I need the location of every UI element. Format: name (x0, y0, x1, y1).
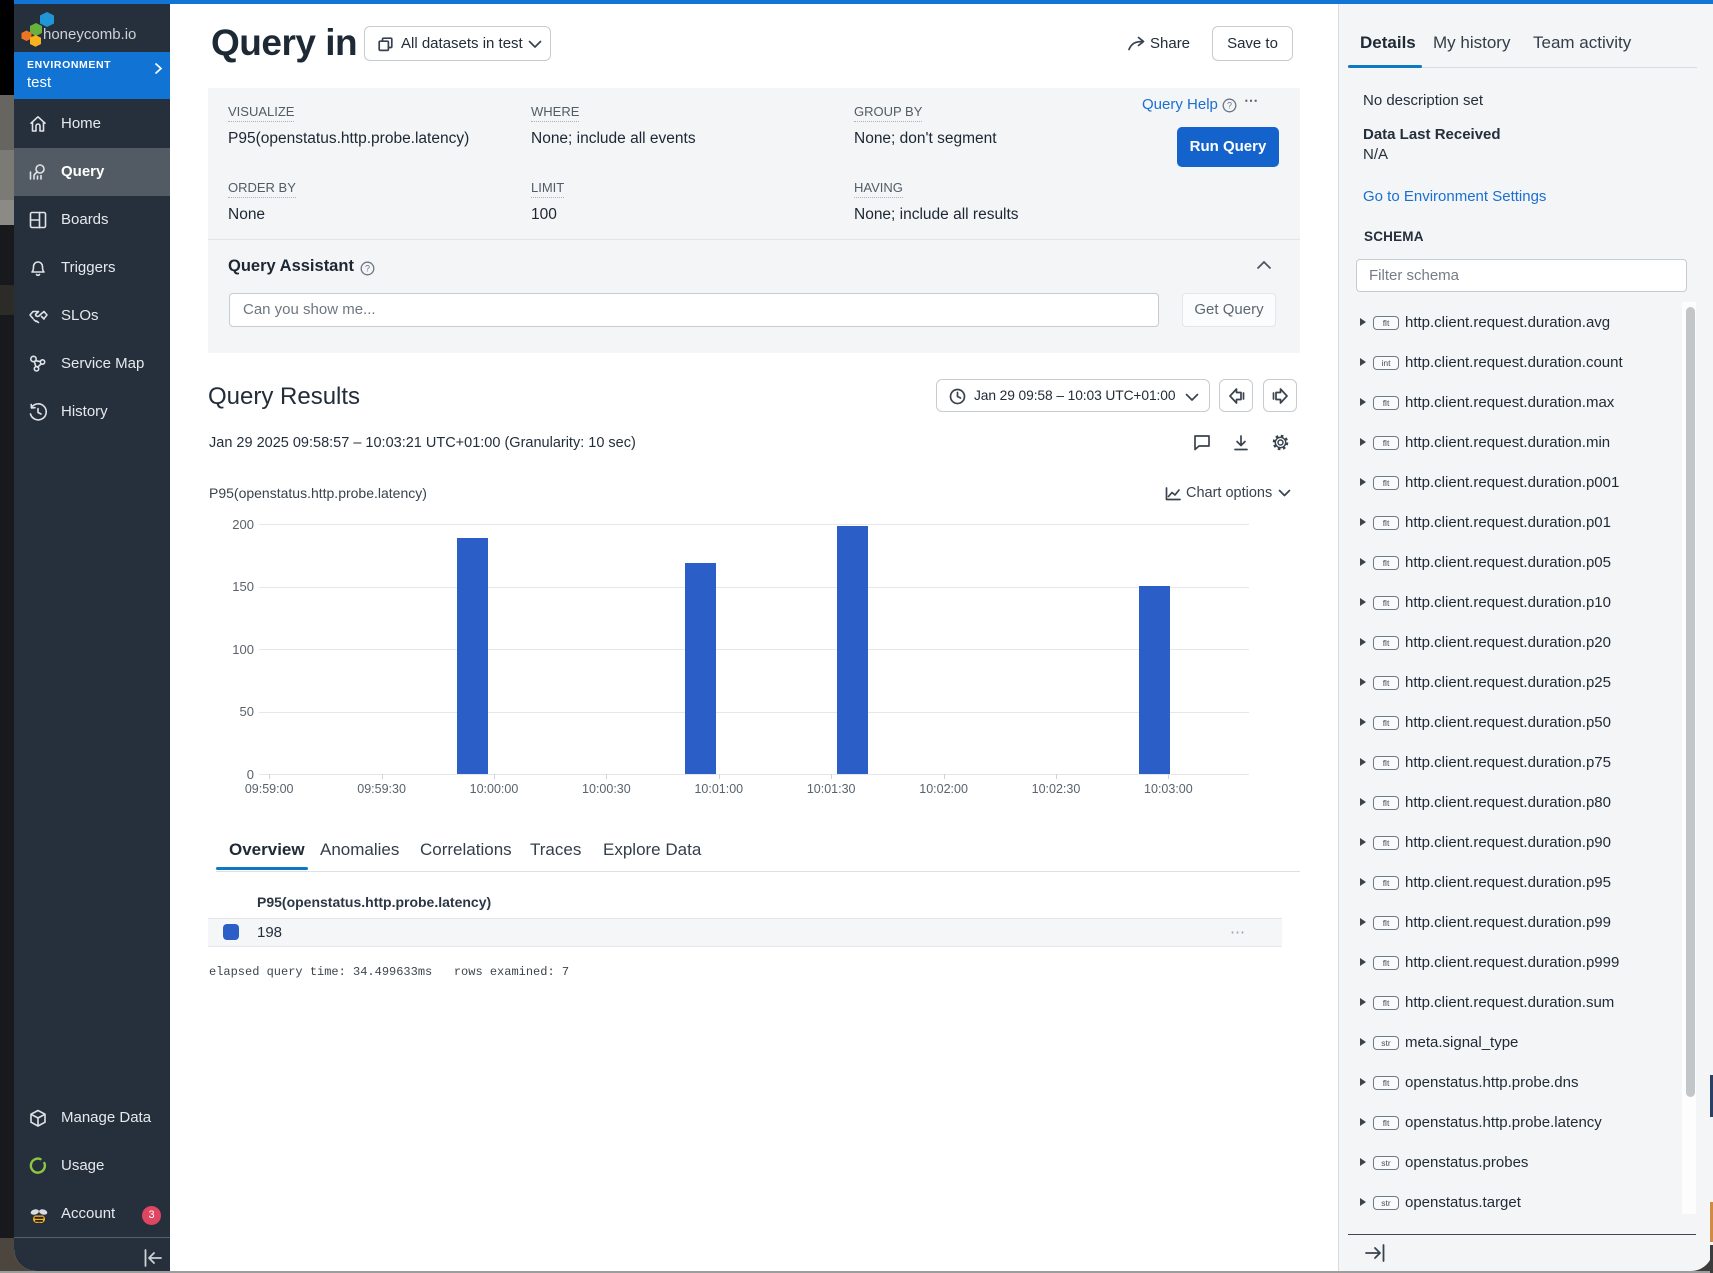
svg-text:?: ? (1227, 101, 1232, 111)
svg-text:?: ? (365, 264, 370, 274)
